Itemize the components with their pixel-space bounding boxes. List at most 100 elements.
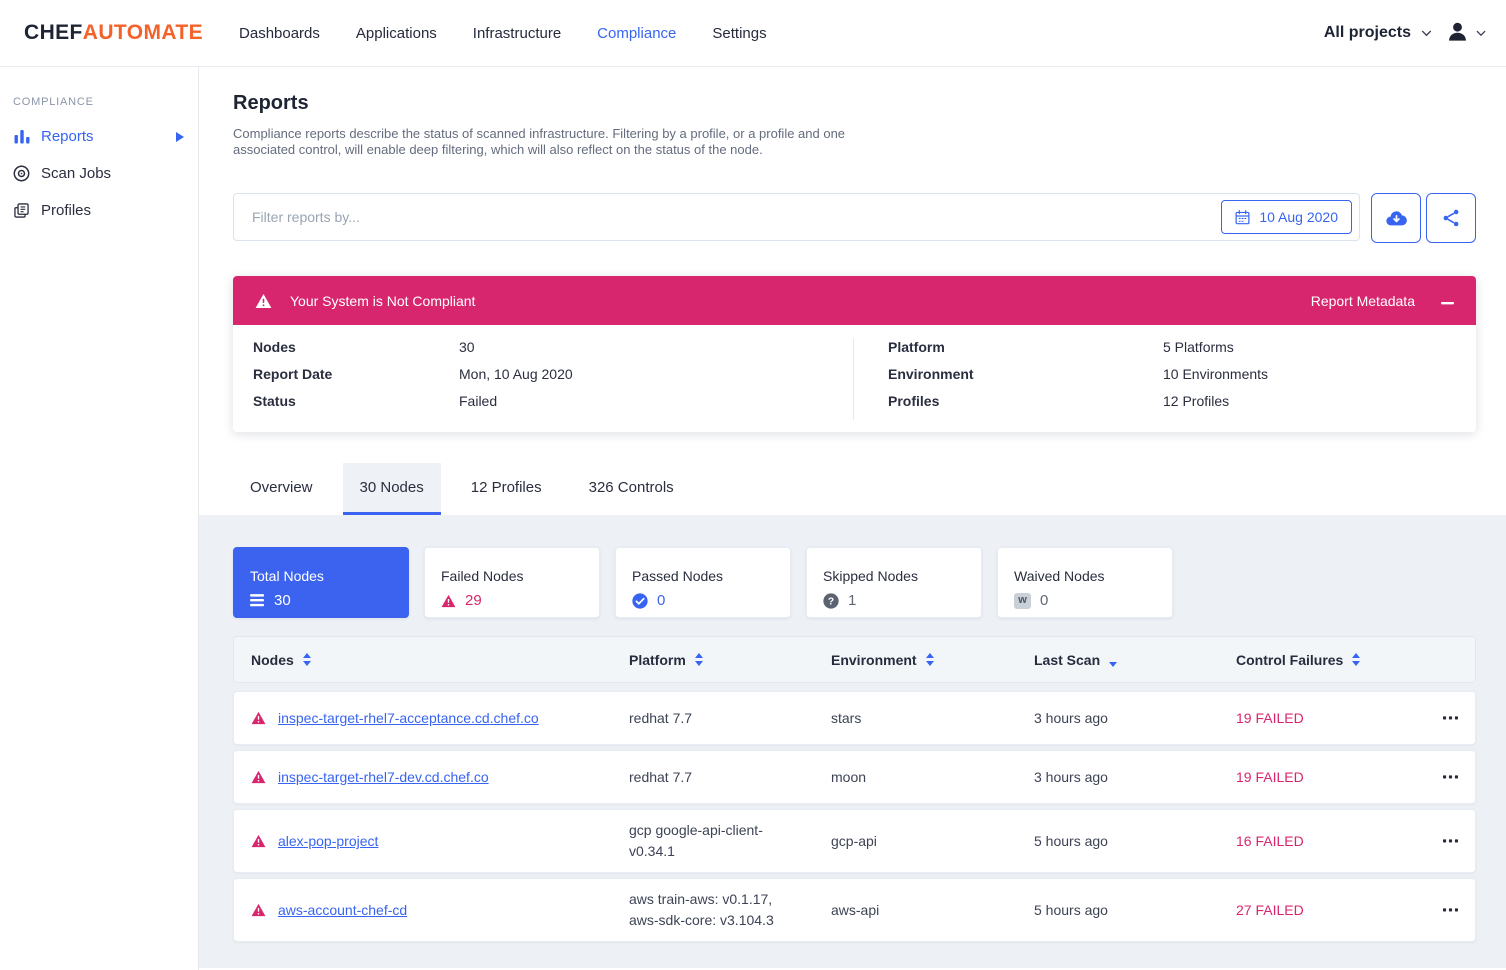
metadata-value: Mon, 10 Aug 2020 <box>459 366 573 383</box>
node-status-failed-icon <box>251 834 278 848</box>
minus-icon <box>1441 293 1454 308</box>
column-header-platform[interactable]: Platform <box>629 652 831 668</box>
node-last-scan: 3 hours ago <box>1034 710 1236 726</box>
sort-desc-icon <box>1109 662 1117 667</box>
column-header-label: Environment <box>831 652 917 668</box>
stat-card-total-nodes[interactable]: Total Nodes 30 <box>233 547 409 618</box>
tab-overview[interactable]: Overview <box>233 463 330 515</box>
metadata-row-profiles: Profiles 12 Profiles <box>888 393 1476 410</box>
row-menu-button[interactable] <box>1441 770 1460 784</box>
share-report-button[interactable] <box>1426 193 1476 243</box>
node-environment: stars <box>831 710 1034 726</box>
nav-item-compliance[interactable]: Compliance <box>597 25 676 42</box>
projects-filter-button[interactable]: All projects <box>1324 24 1432 42</box>
nav-item-settings[interactable]: Settings <box>712 25 766 42</box>
stat-card-label: Total Nodes <box>250 568 408 584</box>
sidebar-item-reports[interactable]: Reports <box>0 118 198 155</box>
compliance-status-banner: Your System is Not Compliant Report Meta… <box>233 276 1476 325</box>
metadata-row-report-date: Report Date Mon, 10 Aug 2020 <box>253 366 853 383</box>
stat-card-skipped-nodes[interactable]: Skipped Nodes ? 1 <box>806 547 982 618</box>
node-link[interactable]: inspec-target-rhel7-dev.cd.chef.co <box>278 769 489 785</box>
stat-card-label: Skipped Nodes <box>823 568 981 584</box>
compliance-sidebar: COMPLIANCE Reports Scan Jobs Profiles <box>0 67 199 970</box>
warning-icon <box>441 594 456 608</box>
nav-item-infrastructure[interactable]: Infrastructure <box>473 25 561 42</box>
row-menu-button[interactable] <box>1441 903 1460 917</box>
node-platform: redhat 7.7 <box>629 767 797 788</box>
column-header-nodes[interactable]: Nodes <box>251 652 629 668</box>
sort-icon <box>695 653 703 666</box>
stat-card-passed-nodes[interactable]: Passed Nodes 0 <box>615 547 791 618</box>
sidebar-item-label: Scan Jobs <box>41 165 111 182</box>
nodes-table: Nodes Platform Environment Last Scan Con… <box>233 636 1476 942</box>
table-row: aws-account-chef-cd aws train-aws: v0.1.… <box>233 878 1476 942</box>
stat-card-value: 29 <box>465 592 482 609</box>
report-summary-card: Your System is Not Compliant Report Meta… <box>233 276 1476 432</box>
user-menu-button[interactable] <box>1446 20 1486 46</box>
metadata-value: 30 <box>459 339 475 356</box>
stat-card-value: 30 <box>274 592 291 609</box>
arrow-right-icon <box>176 132 184 142</box>
ellipsis-icon <box>1443 839 1458 843</box>
filter-reports-input[interactable] <box>234 194 1221 240</box>
node-status-failed-icon <box>251 903 278 917</box>
metadata-value: 10 Environments <box>1163 366 1268 383</box>
sidebar-item-scan-jobs[interactable]: Scan Jobs <box>0 155 198 192</box>
column-header-last-scan[interactable]: Last Scan <box>1034 652 1236 668</box>
warning-icon <box>255 293 272 309</box>
stat-card-value: 0 <box>657 592 665 609</box>
date-picker-button[interactable]: 10 Aug 2020 <box>1221 200 1352 234</box>
logo-automate-text: AUTOMATE <box>83 21 203 44</box>
cloud-download-icon <box>1385 207 1408 230</box>
node-link[interactable]: inspec-target-rhel7-acceptance.cd.chef.c… <box>278 710 539 726</box>
waived-w-icon: w <box>1014 593 1031 609</box>
row-menu-button[interactable] <box>1441 834 1460 848</box>
stat-card-waived-nodes[interactable]: Waived Nodes w 0 <box>997 547 1173 618</box>
stat-card-label: Waived Nodes <box>1014 568 1172 584</box>
table-row: inspec-target-rhel7-acceptance.cd.chef.c… <box>233 691 1476 745</box>
tab-30-nodes[interactable]: 30 Nodes <box>343 463 441 515</box>
main-content: Reports Compliance reports describe the … <box>199 67 1506 970</box>
date-picker-label: 10 Aug 2020 <box>1259 209 1338 225</box>
chef-automate-logo[interactable]: CHEFAUTOMATE <box>24 21 203 45</box>
sidebar-item-label: Reports <box>41 128 94 145</box>
logo-chef-text: CHEF <box>24 21 83 44</box>
column-header-label: Nodes <box>251 652 294 668</box>
column-header-label: Platform <box>629 652 686 668</box>
report-metadata-panel: Nodes 30 Report Date Mon, 10 Aug 2020 St… <box>233 325 1476 432</box>
sort-icon <box>1352 653 1360 666</box>
metadata-row-status: Status Failed <box>253 393 853 410</box>
tab-12-profiles[interactable]: 12 Profiles <box>454 463 559 515</box>
page-title: Reports <box>233 92 1476 115</box>
node-control-failures: 16 FAILED <box>1236 833 1424 849</box>
user-avatar-icon <box>1446 20 1469 46</box>
node-link[interactable]: aws-account-chef-cd <box>278 902 407 918</box>
nav-item-dashboards[interactable]: Dashboards <box>239 25 320 42</box>
chevron-down-icon <box>1476 30 1486 37</box>
sidebar-item-profiles[interactable]: Profiles <box>0 192 198 229</box>
ellipsis-icon <box>1443 716 1458 720</box>
metadata-value: 5 Platforms <box>1163 339 1234 356</box>
page-description: Compliance reports describe the status o… <box>233 126 850 158</box>
report-metadata-label[interactable]: Report Metadata <box>1311 293 1415 309</box>
row-menu-button[interactable] <box>1441 711 1460 725</box>
sidebar-section-label: COMPLIANCE <box>13 96 198 108</box>
node-status-failed-icon <box>251 770 278 784</box>
metadata-label: Status <box>253 393 459 410</box>
column-header-control-failures[interactable]: Control Failures <box>1236 652 1424 668</box>
reports-header-section: Reports Compliance reports describe the … <box>199 67 1506 515</box>
share-icon <box>1441 208 1461 228</box>
download-report-button[interactable] <box>1371 193 1421 243</box>
stat-card-failed-nodes[interactable]: Failed Nodes 29 <box>424 547 600 618</box>
metadata-row-nodes: Nodes 30 <box>253 339 853 356</box>
node-last-scan: 5 hours ago <box>1034 833 1236 849</box>
nav-item-applications[interactable]: Applications <box>356 25 437 42</box>
node-link[interactable]: alex-pop-project <box>278 833 378 849</box>
node-environment: gcp-api <box>831 833 1034 849</box>
node-control-failures: 19 FAILED <box>1236 710 1424 726</box>
column-header-environment[interactable]: Environment <box>831 652 1034 668</box>
metadata-label: Nodes <box>253 339 459 356</box>
tab-326-controls[interactable]: 326 Controls <box>572 463 691 515</box>
collapse-metadata-button[interactable] <box>1441 289 1454 312</box>
nodes-table-header: Nodes Platform Environment Last Scan Con… <box>233 636 1476 683</box>
